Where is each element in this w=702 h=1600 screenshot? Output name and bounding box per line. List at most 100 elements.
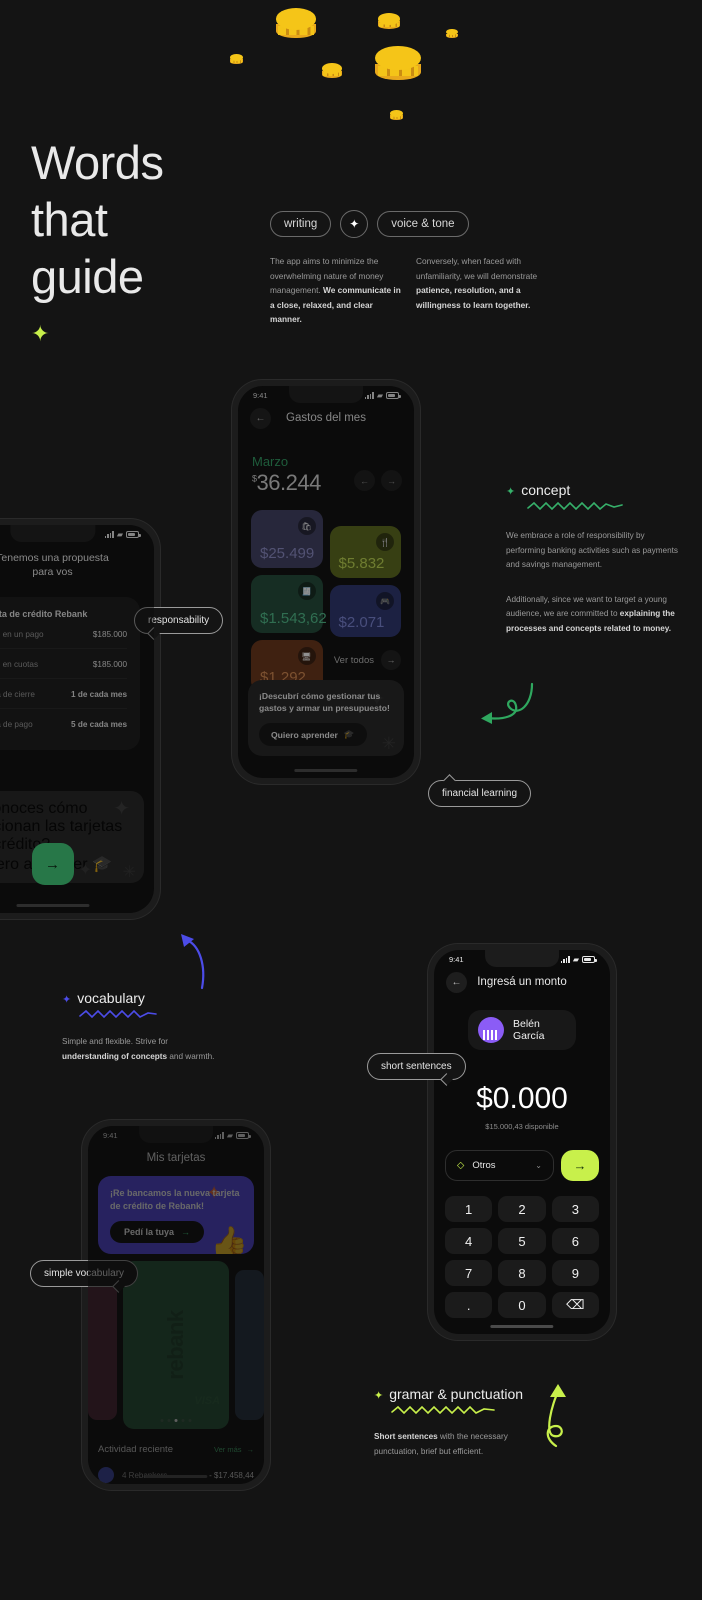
carousel-dot[interactable]: [160, 1419, 164, 1422]
category-row: ◇ Otros ⌄ →: [445, 1150, 599, 1181]
contact-chip[interactable]: Belén García: [468, 1010, 576, 1050]
backspace-icon[interactable]: ⌫: [551, 1292, 599, 1318]
intro-right-regular: Conversely, when faced with unfamiliarit…: [416, 256, 538, 281]
coin-icon: [375, 46, 421, 80]
key-decimal[interactable]: .: [445, 1292, 493, 1318]
gramar-heading: ✦ gramar & punctuation: [374, 1386, 554, 1402]
expense-tile[interactable]: 🧾 $1.543,62: [251, 575, 327, 633]
continue-fab-button[interactable]: →: [31, 843, 74, 885]
carousel-dots[interactable]: [160, 1419, 192, 1422]
gramar-section: ✦ gramar & punctuation Short sentences w…: [374, 1386, 554, 1459]
banner-cta-button[interactable]: Pedí la tuya →: [110, 1221, 205, 1243]
amount-display: $0.000: [476, 1082, 568, 1115]
key-9[interactable]: 9: [551, 1260, 599, 1286]
key-8[interactable]: 8: [498, 1260, 546, 1286]
prev-month-button[interactable]: ←: [354, 470, 375, 491]
graduation-cap-icon: 🎓: [343, 729, 355, 739]
promo-banner: ✦ ¡Re bancamos la nueva tarjeta de crédi…: [98, 1176, 254, 1254]
phone-mockup-expenses: 9:41 ▰ ← Gastos del mes Marzo $36.244 ← …: [232, 380, 420, 784]
concept-title: concept: [521, 482, 571, 498]
headline-line-1: Words: [31, 136, 164, 189]
detail-row: Fecha de pago 5 de cada mes: [0, 709, 127, 738]
battery-icon: [236, 1132, 251, 1139]
activity-see-more-button[interactable]: Ver más →: [214, 1445, 254, 1454]
card-side-left[interactable]: [88, 1270, 117, 1420]
carousel-dot[interactable]: [181, 1419, 185, 1422]
proposal-title-line-2: para vos: [32, 566, 73, 578]
receipt-icon: 🧾: [297, 582, 316, 600]
card-product-title: Tarjeta de crédito Rebank: [0, 609, 88, 619]
activity-title: Actividad reciente: [98, 1444, 173, 1455]
rebank-card[interactable]: rebank VISA: [122, 1261, 230, 1429]
concept-paragraph-2: Additionally, since we want to target a …: [506, 593, 681, 637]
callout-responsability: responsability: [134, 607, 224, 634]
nav-title: Gastos del mes: [286, 412, 366, 424]
signal-icon: [214, 1132, 224, 1139]
key-5[interactable]: 5: [498, 1228, 546, 1254]
gamepad-icon: 🎮: [376, 592, 394, 610]
concept-heading: ✦ concept: [506, 482, 681, 498]
avatar: [98, 1467, 114, 1483]
status-bar: 9:41 ▰: [0, 530, 154, 539]
phone-mockup-proposal: 9:41 ▰ Tenemos una propuesta para vos Ta…: [0, 519, 160, 919]
battery-icon: [386, 392, 401, 399]
shopping-bag-icon: 🛍: [297, 517, 316, 535]
next-month-button[interactable]: →: [381, 470, 402, 491]
phone-mockup-cards: 9:41 ▰ Mis tarjetas ✦ ¡Re bancamos la nu…: [82, 1120, 270, 1490]
sparkle-icon: ✦: [113, 798, 130, 820]
see-all-expenses-button[interactable]: Ver todos →: [330, 644, 401, 670]
sparkle-icon: ✦: [78, 862, 92, 879]
available-balance: $15.000,43 disponible: [485, 1122, 559, 1131]
nav-title: Ingresá un monto: [477, 976, 567, 988]
arrow-right-icon: →: [381, 650, 401, 670]
callout-short-sentences: short sentences: [367, 1053, 466, 1080]
carousel-dot-active[interactable]: [174, 1419, 178, 1422]
expense-tile[interactable]: 🎮 $2.071: [329, 585, 401, 637]
detail-value: $185.000: [92, 630, 127, 639]
signal-icon: [104, 531, 114, 538]
key-1[interactable]: 1: [445, 1196, 493, 1222]
detail-label: Fecha de pago: [0, 720, 33, 729]
battery-icon: [582, 956, 597, 963]
vocabulary-paragraph: Simple and flexible. Strive for understa…: [62, 1035, 222, 1064]
key-2[interactable]: 2: [498, 1196, 546, 1222]
callout-simple-vocabulary: simple vocabulary: [30, 1260, 139, 1287]
concept-section: ✦ concept We embrace a role of responsib…: [506, 482, 681, 636]
detail-row: Límite en un pago $185.000: [0, 619, 127, 649]
key-7[interactable]: 7: [445, 1260, 493, 1286]
signal-icon: [560, 956, 570, 963]
status-bar: 9:41 ▰: [88, 1131, 264, 1140]
carousel-dot[interactable]: [167, 1419, 171, 1422]
status-time: 9:41: [449, 955, 464, 964]
detail-row: Límite en cuotas $185.000: [0, 649, 127, 679]
expense-tile-value: $25.499: [260, 545, 315, 562]
expense-tile[interactable]: 🛍 $25.499: [251, 510, 323, 568]
pill-voice-and-tone[interactable]: voice & tone: [377, 211, 469, 237]
key-6[interactable]: 6: [551, 1228, 599, 1254]
curved-arrow-green-icon: [481, 682, 534, 724]
key-3[interactable]: 3: [551, 1196, 599, 1222]
card-side-right[interactable]: [235, 1270, 264, 1420]
promo-learn-button[interactable]: Quiero aprender 🎓: [259, 723, 367, 746]
key-0[interactable]: 0: [498, 1292, 546, 1318]
coin-icon: [378, 13, 400, 29]
coin-icon: [390, 110, 403, 120]
key-4[interactable]: 4: [445, 1228, 493, 1254]
page-root: Words that guide ✦ writing ✦ voice & tone…: [0, 0, 702, 1600]
starburst-icon: ✳: [122, 864, 136, 881]
sparkle-icon: ✦: [506, 486, 516, 498]
sparkle-icon: ✦: [31, 321, 49, 346]
thumbs-up-icon: 👍: [210, 1226, 248, 1254]
category-select[interactable]: ◇ Otros ⌄: [445, 1150, 554, 1181]
battery-icon: [126, 531, 141, 538]
expense-tile[interactable]: 🍴 $5.832: [329, 526, 401, 578]
send-button[interactable]: →: [561, 1150, 599, 1181]
concept-paragraph-1: We embrace a role of responsibility by p…: [506, 531, 679, 569]
callout-financial-learning: financial learning: [428, 780, 532, 807]
vocabulary-section: ✦ vocabulary Simple and flexible. Strive…: [62, 990, 222, 1064]
coin-icon: [230, 54, 243, 64]
detail-value: $185.000: [92, 660, 127, 669]
carousel-dot[interactable]: [188, 1419, 192, 1422]
banner-cta-label: Pedí la tuya: [124, 1227, 175, 1237]
pill-writing[interactable]: writing: [270, 211, 332, 237]
